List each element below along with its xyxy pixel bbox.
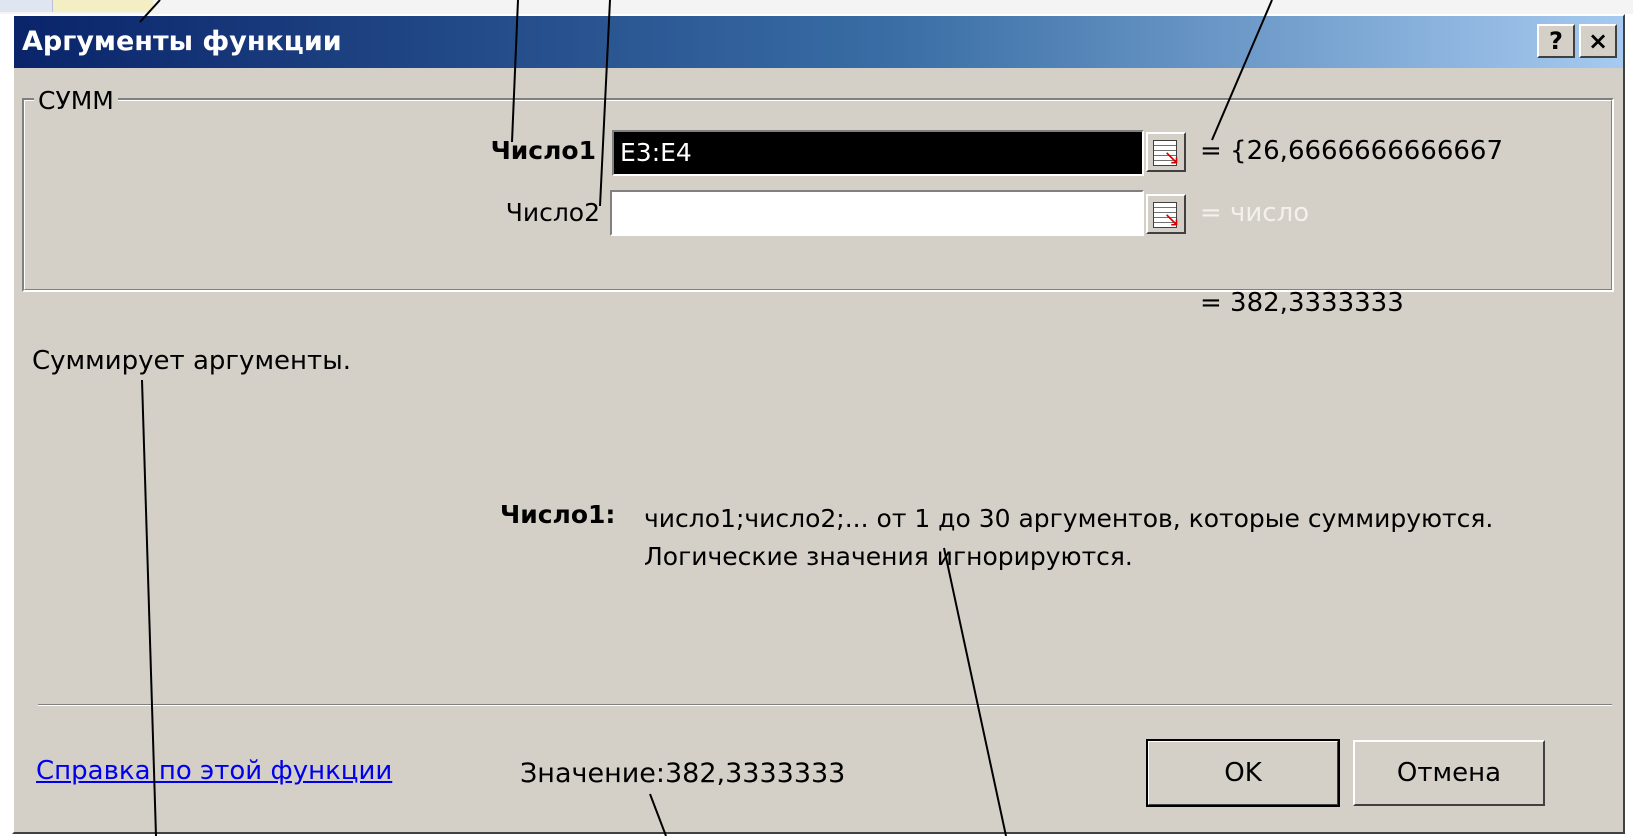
arg1-result: = {26,6666666666667	[1200, 136, 1503, 166]
arg1-input[interactable]: E3:E4	[612, 130, 1144, 176]
arg1-collapse-button[interactable]: ↘	[1146, 132, 1186, 172]
background-strip	[0, 0, 1633, 14]
value-readout: Значение:382,3333333	[520, 758, 845, 789]
arg1-value: E3:E4	[618, 138, 694, 167]
value-label: Значение:	[520, 758, 665, 789]
function-name: СУММ	[34, 86, 118, 115]
help-button[interactable]: ?	[1537, 24, 1575, 58]
formula-result: = 382,3333333	[1200, 288, 1404, 318]
function-description: Суммирует аргументы.	[32, 346, 351, 376]
argument-description-line2: Логические значения игнорируются.	[644, 542, 1133, 571]
arg2-label: Число2	[505, 198, 600, 227]
argument-description-name: Число1:	[500, 500, 616, 529]
dialog-title: Аргументы функции	[22, 26, 342, 57]
argument-description-line1: число1;число2;... от 1 до 30 аргументов,…	[644, 504, 1494, 533]
arg1-label: Число1	[490, 136, 596, 165]
red-arrow-icon: ↘	[1163, 145, 1180, 169]
background-cell-highlight	[53, 0, 153, 12]
function-help-link[interactable]: Справка по этой функции	[36, 756, 392, 786]
title-bar[interactable]: Аргументы функции ? ×	[14, 16, 1623, 68]
arg2-result: = число	[1200, 198, 1310, 228]
background-cell	[0, 0, 53, 12]
red-arrow-icon: ↘	[1163, 207, 1180, 231]
value-text: 382,3333333	[664, 758, 846, 789]
arg2-input[interactable]	[610, 190, 1144, 236]
divider	[38, 704, 1612, 706]
function-arguments-dialog: Аргументы функции ? × СУММ Число1 E3:E4 …	[12, 14, 1625, 834]
argument-description: число1;число2;... от 1 до 30 аргументов,…	[644, 500, 1544, 576]
ok-button[interactable]: OK	[1146, 739, 1340, 807]
arg2-collapse-button[interactable]: ↘	[1146, 194, 1186, 234]
cancel-button[interactable]: Отмена	[1353, 740, 1545, 806]
close-button[interactable]: ×	[1579, 24, 1617, 58]
